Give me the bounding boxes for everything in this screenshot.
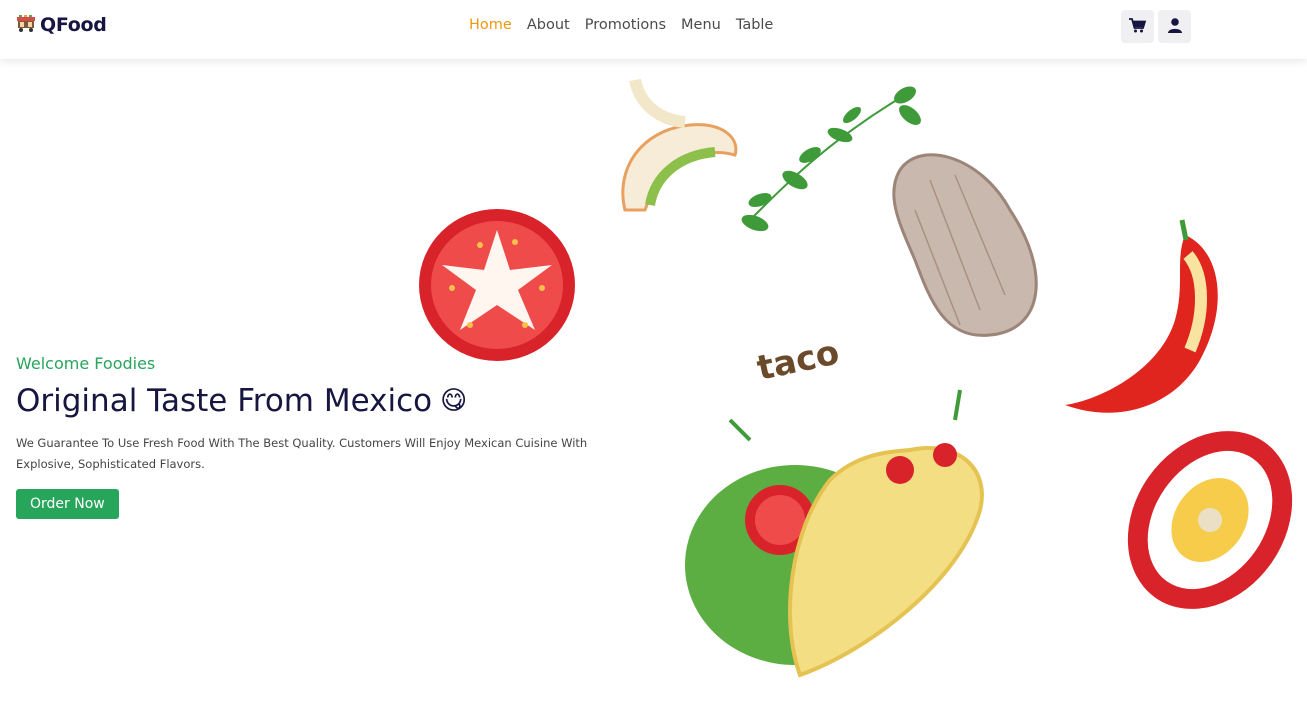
- bell-pepper-icon: [1127, 431, 1293, 609]
- nav-link-home[interactable]: Home: [469, 17, 512, 33]
- account-button[interactable]: [1158, 10, 1191, 43]
- nav-link-promotions[interactable]: Promotions: [585, 17, 666, 33]
- nav-actions: [1121, 10, 1191, 43]
- navbar: QFood Home About Promotions Menu Table: [0, 0, 1307, 59]
- svg-text:taco: taco: [754, 332, 843, 388]
- tomato-slice-icon: [419, 209, 575, 361]
- food-cart-icon: [16, 14, 36, 36]
- taco-icon: [685, 389, 984, 678]
- brand-name: QFood: [40, 14, 107, 36]
- chili-pepper-icon: [1065, 219, 1218, 413]
- order-now-button[interactable]: Order Now: [16, 489, 119, 519]
- nav-link-table[interactable]: Table: [736, 17, 774, 33]
- brand-logo[interactable]: QFood: [16, 14, 107, 36]
- nav-link-about[interactable]: About: [527, 17, 570, 33]
- taco-illustration: taco: [400, 60, 1307, 700]
- cart-button[interactable]: [1121, 10, 1154, 43]
- onion-icon: [621, 78, 738, 212]
- user-icon: [1167, 17, 1182, 36]
- cart-icon: [1129, 17, 1147, 36]
- nav-link-menu[interactable]: Menu: [681, 17, 721, 33]
- mushroom-slice-icon: [892, 153, 1038, 337]
- main-nav: Home About Promotions Menu Table: [469, 17, 773, 33]
- hero-title-text: Original Taste From Mexico: [16, 383, 433, 419]
